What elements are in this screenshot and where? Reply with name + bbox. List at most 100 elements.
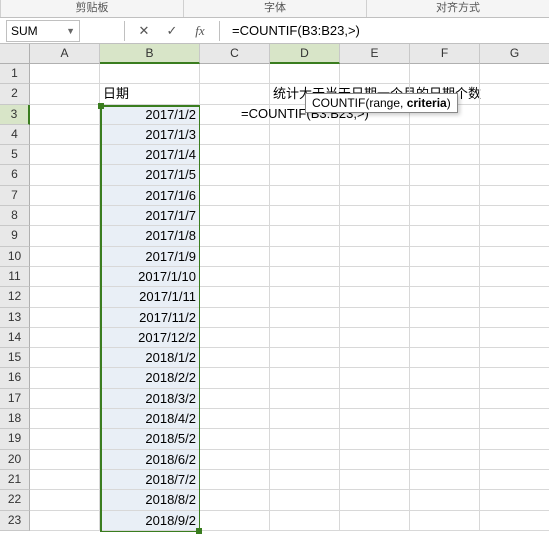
cell-C11[interactable]	[200, 267, 270, 287]
cell-G23[interactable]	[480, 511, 549, 531]
col-header-E[interactable]: E	[340, 44, 410, 64]
cell-A2[interactable]	[30, 84, 100, 104]
col-header-G[interactable]: G	[480, 44, 549, 64]
cell-G16[interactable]	[480, 368, 549, 388]
cell-E14[interactable]	[340, 328, 410, 348]
cell-G17[interactable]	[480, 389, 549, 409]
cell-A7[interactable]	[30, 186, 100, 206]
cell-D6[interactable]	[270, 165, 340, 185]
cell-B22[interactable]: 2018/8/2	[100, 490, 200, 510]
cell-D14[interactable]	[270, 328, 340, 348]
row-header-1[interactable]: 1	[0, 64, 30, 84]
cell-E4[interactable]	[340, 125, 410, 145]
row-header-19[interactable]: 19	[0, 429, 30, 449]
cell-B9[interactable]: 2017/1/8	[100, 226, 200, 246]
cell-G4[interactable]	[480, 125, 549, 145]
col-header-A[interactable]: A	[30, 44, 100, 64]
cell-G19[interactable]	[480, 429, 549, 449]
cell-G6[interactable]	[480, 165, 549, 185]
cell-D13[interactable]	[270, 308, 340, 328]
cell-F9[interactable]	[410, 226, 480, 246]
cell-F22[interactable]	[410, 490, 480, 510]
cell-E19[interactable]	[340, 429, 410, 449]
cell-G10[interactable]	[480, 247, 549, 267]
cell-D11[interactable]	[270, 267, 340, 287]
row-header-23[interactable]: 23	[0, 511, 30, 531]
cell-D16[interactable]	[270, 368, 340, 388]
cell-B20[interactable]: 2018/6/2	[100, 450, 200, 470]
cell-C22[interactable]	[200, 490, 270, 510]
cell-F23[interactable]	[410, 511, 480, 531]
cell-B6[interactable]: 2017/1/5	[100, 165, 200, 185]
cell-G9[interactable]	[480, 226, 549, 246]
cell-F12[interactable]	[410, 287, 480, 307]
cell-F17[interactable]	[410, 389, 480, 409]
cell-F5[interactable]	[410, 145, 480, 165]
cell-E16[interactable]	[340, 368, 410, 388]
cell-B5[interactable]: 2017/1/4	[100, 145, 200, 165]
cell-F20[interactable]	[410, 450, 480, 470]
cell-D1[interactable]	[270, 64, 340, 84]
cell-C8[interactable]	[200, 206, 270, 226]
cell-A9[interactable]	[30, 226, 100, 246]
cell-A4[interactable]	[30, 125, 100, 145]
cell-E21[interactable]	[340, 470, 410, 490]
cell-B21[interactable]: 2018/7/2	[100, 470, 200, 490]
col-header-D[interactable]: D	[270, 44, 340, 64]
cell-C14[interactable]	[200, 328, 270, 348]
column-headers[interactable]: ABCDEFG	[30, 44, 549, 64]
cell-A8[interactable]	[30, 206, 100, 226]
cell-F8[interactable]	[410, 206, 480, 226]
cell-E23[interactable]	[340, 511, 410, 531]
row-header-14[interactable]: 14	[0, 328, 30, 348]
row-header-7[interactable]: 7	[0, 186, 30, 206]
cell-A17[interactable]	[30, 389, 100, 409]
row-header-15[interactable]: 15	[0, 348, 30, 368]
row-header-11[interactable]: 11	[0, 267, 30, 287]
row-header-10[interactable]: 10	[0, 247, 30, 267]
cell-G15[interactable]	[480, 348, 549, 368]
cell-F21[interactable]	[410, 470, 480, 490]
cell-A3[interactable]	[30, 105, 100, 125]
cell-G20[interactable]	[480, 450, 549, 470]
col-header-B[interactable]: B	[100, 44, 200, 64]
cell-B2[interactable]: 日期	[100, 84, 200, 104]
cell-C6[interactable]	[200, 165, 270, 185]
row-header-18[interactable]: 18	[0, 409, 30, 429]
cell-B13[interactable]: 2017/11/2	[100, 308, 200, 328]
cell-C2[interactable]	[200, 84, 270, 104]
row-headers[interactable]: 1234567891011121314151617181920212223	[0, 64, 30, 531]
cell-D17[interactable]	[270, 389, 340, 409]
cell-A14[interactable]	[30, 328, 100, 348]
cell-E13[interactable]	[340, 308, 410, 328]
cell-F18[interactable]	[410, 409, 480, 429]
cell-C16[interactable]	[200, 368, 270, 388]
name-box-dropdown-icon[interactable]: ▼	[66, 26, 75, 36]
cell-B8[interactable]: 2017/1/7	[100, 206, 200, 226]
col-header-C[interactable]: C	[200, 44, 270, 64]
cell-B17[interactable]: 2018/3/2	[100, 389, 200, 409]
row-header-21[interactable]: 21	[0, 470, 30, 490]
row-header-4[interactable]: 4	[0, 125, 30, 145]
cell-E15[interactable]	[340, 348, 410, 368]
cell-A18[interactable]	[30, 409, 100, 429]
cell-A15[interactable]	[30, 348, 100, 368]
row-header-20[interactable]: 20	[0, 450, 30, 470]
cell-E7[interactable]	[340, 186, 410, 206]
cell-G8[interactable]	[480, 206, 549, 226]
row-header-6[interactable]: 6	[0, 165, 30, 185]
cell-D20[interactable]	[270, 450, 340, 470]
cell-B16[interactable]: 2018/2/2	[100, 368, 200, 388]
cell-A13[interactable]	[30, 308, 100, 328]
cell-E6[interactable]	[340, 165, 410, 185]
enter-icon[interactable]: ✓	[165, 24, 179, 38]
cell-G3[interactable]	[480, 105, 549, 125]
cell-G5[interactable]	[480, 145, 549, 165]
cell-G7[interactable]	[480, 186, 549, 206]
cell-F6[interactable]	[410, 165, 480, 185]
cell-A1[interactable]	[30, 64, 100, 84]
row-header-8[interactable]: 8	[0, 206, 30, 226]
row-header-2[interactable]: 2	[0, 84, 30, 104]
cell-A20[interactable]	[30, 450, 100, 470]
cell-D4[interactable]	[270, 125, 340, 145]
